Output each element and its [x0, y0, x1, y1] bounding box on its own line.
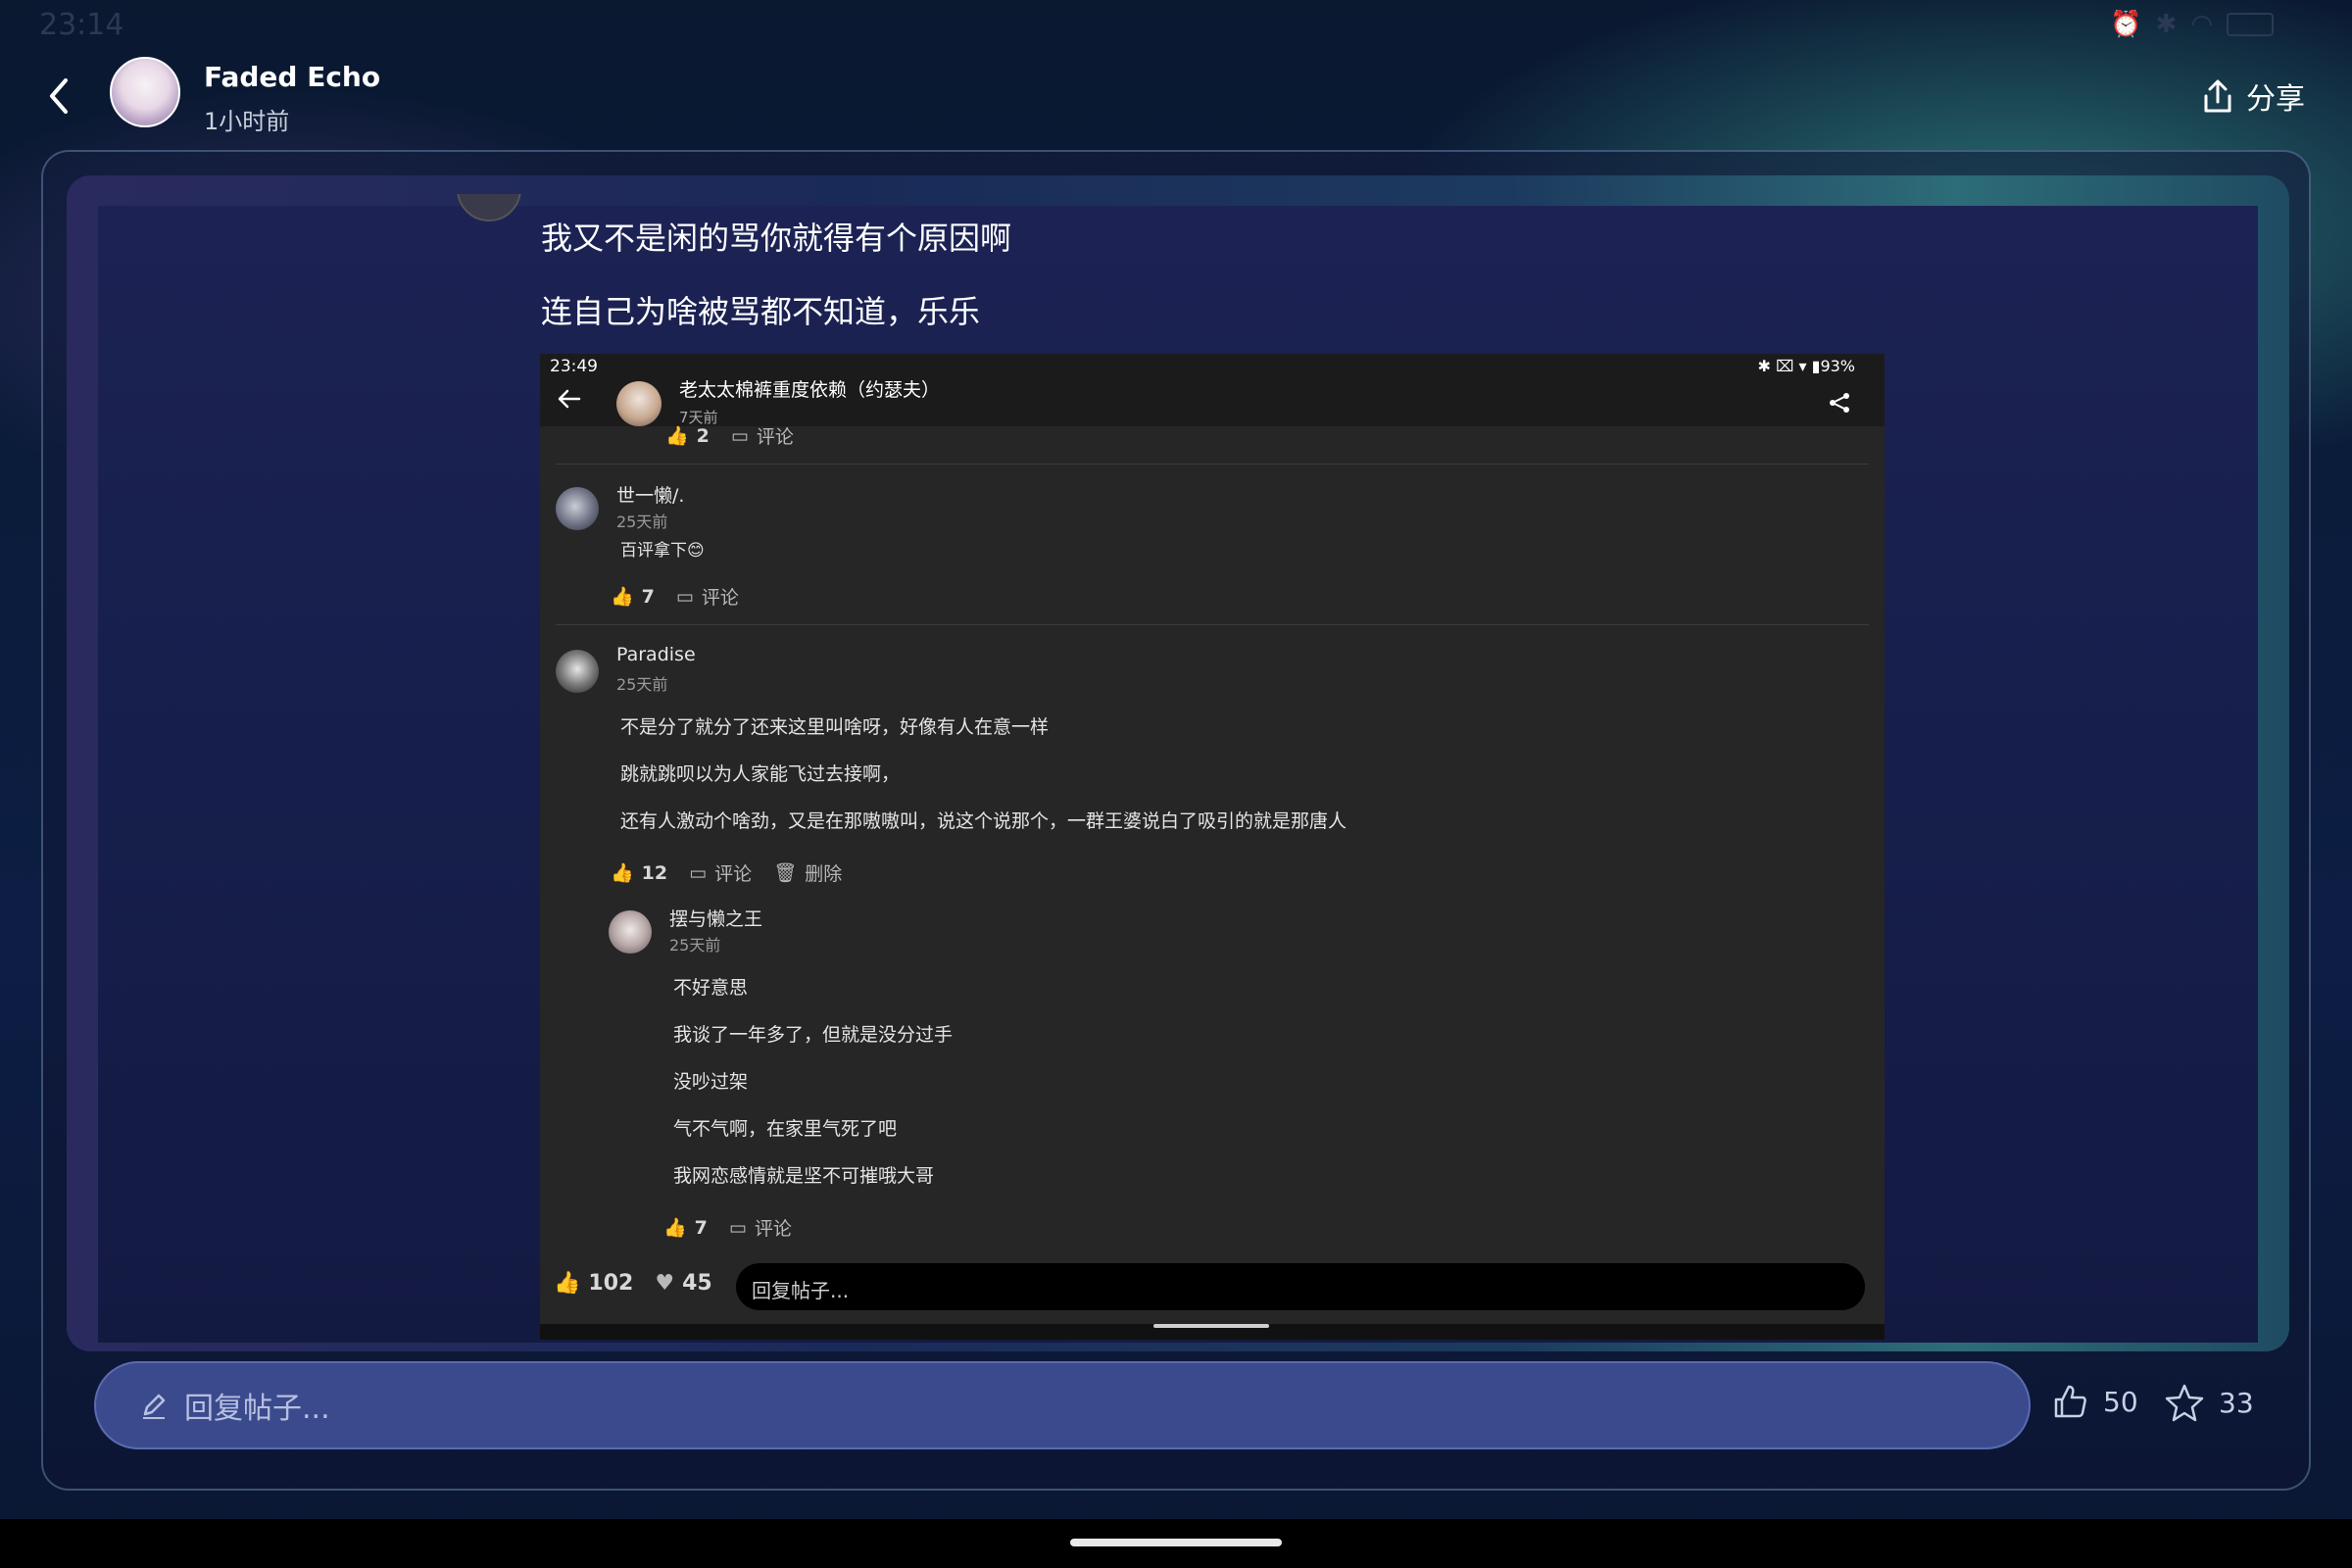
heart-icon: ♥ — [655, 1271, 675, 1296]
comment-icon[interactable]: ▭ — [676, 586, 694, 608]
commenter-name: Paradise — [616, 644, 696, 665]
reply-text: 我谈了一年多了，但就是没分过手 — [673, 1024, 954, 1046]
thumb-up-icon — [2054, 1385, 2086, 1418]
shot-bottom-likes: 👍 102 ♥ 45 — [554, 1271, 712, 1296]
comment-actions: 👍 7 ▭ 评论 — [611, 585, 739, 610]
share-label: 分享 — [2246, 82, 2305, 117]
commenter-name: 世一懒/. — [616, 485, 685, 507]
comment-text: 不是分了就分了还来这里叫啥呀，好像有人在意一样 — [620, 716, 1050, 738]
chevron-left-icon — [50, 78, 68, 114]
bluetooth-icon: ✱ — [2155, 10, 2178, 39]
comment-actions: 👍 12 ▭ 评论 🗑 删除 — [611, 861, 843, 886]
back-button[interactable] — [35, 73, 82, 120]
share-button[interactable]: 分享 — [2201, 74, 2305, 118]
comment-time: 25天前 — [616, 513, 668, 531]
divider — [556, 624, 1869, 625]
commenter-avatar — [556, 650, 599, 693]
reply-input[interactable]: 回复帖子... — [94, 1361, 2031, 1449]
shot-nav-pill — [1153, 1324, 1269, 1328]
shot-action-row: 👍 2 ▭ 评论 — [665, 424, 794, 449]
reply-text: 我网恋感情就是坚不可摧哦大哥 — [673, 1165, 935, 1187]
status-icons: ⏰ ✱ ◠ — [2110, 10, 2274, 39]
shot-status-icons: ✱ ⌧ ▾ ▮93% — [1757, 357, 1856, 375]
star-count: 33 — [2219, 1386, 2254, 1419]
like-button[interactable]: 50 — [2050, 1382, 2138, 1421]
reply-text: 气不气啊，在家里气死了吧 — [673, 1118, 898, 1140]
comment-icon[interactable]: ▭ — [689, 862, 707, 884]
wifi-icon: ◠ — [2190, 10, 2213, 39]
shot-battery: 93% — [1820, 357, 1855, 375]
home-indicator[interactable] — [1070, 1539, 1282, 1546]
comment-icon: ▭ — [730, 424, 749, 447]
like-count: 50 — [2103, 1385, 2138, 1418]
comment-text: 还有人激动个啥劲，又是在那嗷嗷叫，说这个说那个，一群王婆说白了吸引的就是那唐人 — [620, 810, 1348, 832]
shot-share-icon — [1828, 391, 1851, 418]
post-text-line: 连自己为啥被骂都不知道，乐乐 — [541, 293, 981, 330]
comment-time: 25天前 — [616, 675, 668, 694]
shot-back-icon — [558, 389, 581, 413]
reply-time: 25天前 — [669, 936, 721, 955]
shot-reply-input: 回复帖子... — [736, 1263, 1865, 1310]
post-time: 1小时前 — [204, 108, 290, 135]
trash-icon[interactable]: 🗑 — [773, 861, 797, 884]
reply-text: 不好意思 — [673, 977, 749, 999]
alarm-icon: ⏰ — [2110, 10, 2142, 39]
battery-icon — [2227, 13, 2274, 36]
reply-text: 没吵过架 — [673, 1071, 749, 1093]
comment-icon[interactable]: ▭ — [729, 1217, 747, 1239]
star-icon — [2165, 1384, 2204, 1422]
thumb-up-icon[interactable]: 👍 — [611, 585, 634, 608]
comment-text: 跳就跳呗以为人家能飞过去接啊， — [620, 763, 901, 785]
reply-placeholder: 回复帖子... — [184, 1392, 330, 1426]
post-text-line: 我又不是闲的骂你就得有个原因啊 — [541, 220, 1012, 257]
shot-status-time: 23:49 — [550, 357, 598, 376]
author-name[interactable]: Faded Echo — [204, 61, 380, 93]
pencil-icon — [143, 1394, 166, 1419]
reply-avatar — [609, 910, 652, 954]
favorite-button[interactable]: 33 — [2164, 1382, 2254, 1423]
status-time: 23:14 — [39, 8, 124, 42]
shot-title: 老太太棉裤重度依赖（约瑟夫） — [679, 379, 941, 401]
commenter-avatar — [556, 487, 599, 530]
divider — [556, 464, 1869, 465]
thumb-up-icon[interactable]: 👍 — [663, 1216, 687, 1239]
thumb-up-icon: 👍 — [665, 425, 689, 447]
author-avatar[interactable] — [110, 57, 180, 127]
reply-actions: 👍 7 ▭ 评论 — [663, 1216, 792, 1241]
shot-avatar — [616, 381, 662, 426]
embedded-screenshot[interactable]: 23:49 ✱ ⌧ ▾ ▮93% 老太太棉裤重度依赖（约瑟夫） 7天前 👍 2 ▭… — [540, 354, 1885, 1340]
thumb-up-filled-icon[interactable]: 👍 — [611, 861, 634, 884]
thumb-up-icon: 👍 — [554, 1271, 581, 1296]
comment-text: 百评拿下😊 — [620, 541, 705, 561]
reply-name: 摆与懒之王 — [669, 908, 763, 930]
share-icon — [2204, 79, 2231, 113]
